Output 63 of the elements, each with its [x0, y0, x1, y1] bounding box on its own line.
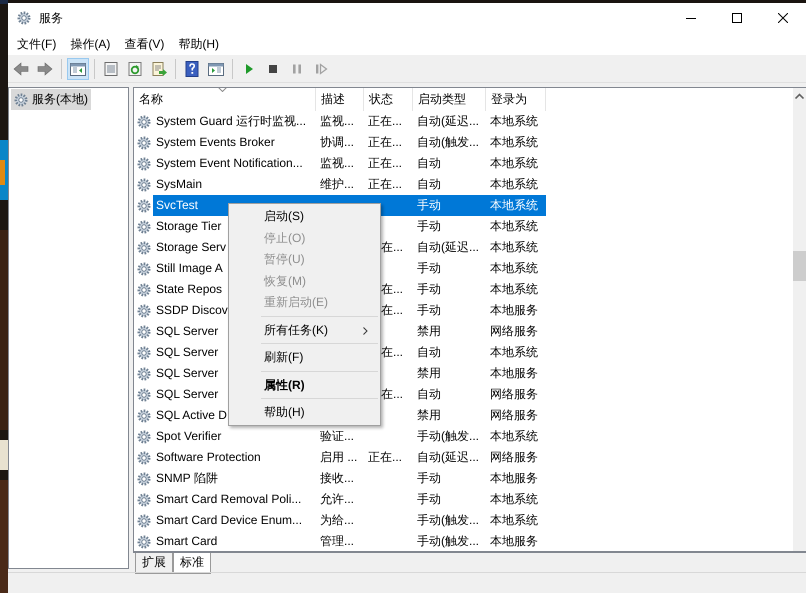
table-cell-text: 为给... [319, 512, 356, 529]
table-cell-text: 禁用 [416, 407, 442, 424]
table-cell-text: 正在... [367, 113, 404, 130]
table-cell-text: 在... [380, 344, 404, 361]
table-cell-text: 本地系统 [489, 239, 539, 256]
table-cell-text: 自动 [416, 176, 442, 193]
table-cell-text: 本地服务 [489, 365, 539, 382]
table-cell-text: 本地服务 [489, 470, 539, 487]
table-cell-text: 自动(延迟... [416, 113, 480, 130]
table-cell-text: 本地系统 [489, 218, 539, 235]
table-cell-text: 在... [380, 239, 404, 256]
table-cell-text: 自动 [416, 344, 442, 361]
table-cell-text: 本地系统 [489, 512, 539, 529]
table-cell-text: 手动(触发... [416, 428, 480, 445]
table-cell-text: 手动(触发... [416, 512, 480, 529]
table-cell-text: 手动 [416, 491, 442, 508]
table-cell-text: 本地系统 [489, 113, 539, 130]
table-cell-text: 监视... [319, 155, 356, 172]
table-cell-text: 手动(触发... [416, 533, 480, 550]
table-cell-text: 本地系统 [489, 491, 539, 508]
table-cell-text: 自动(延迟... [416, 449, 480, 466]
window-title: 服务 [39, 10, 63, 26]
table-cell-text: 接收... [319, 470, 356, 487]
table-cell-text: 正在... [367, 449, 404, 466]
table-cell-text: 正在... [367, 155, 404, 172]
table-cell-text: 自动 [416, 155, 442, 172]
table-cell-text: 自动(延迟... [416, 239, 480, 256]
table-cell-text: 本地系统 [489, 197, 539, 214]
table-cell-text: 在... [380, 302, 404, 319]
table-cell-text: 网络服务 [489, 449, 539, 466]
table-cell-text: 启用 ... [319, 449, 358, 466]
table-cell-text: 本地服务 [489, 533, 539, 550]
table-cell-text: 正在... [367, 134, 404, 151]
table-cell-text: 网络服务 [489, 407, 539, 424]
table-cell-text: 自动(触发... [416, 134, 480, 151]
table-cell-text: 手动 [416, 281, 442, 298]
table-cell-text: 手动 [416, 470, 442, 487]
table-cell-text: 手动 [416, 197, 442, 214]
table-cell-text: 本地系统 [489, 134, 539, 151]
table-cell-text: 本地系统 [489, 428, 539, 445]
table-cell-text: 网络服务 [489, 386, 539, 403]
table-cell-text: 允许... [319, 491, 356, 508]
table-cell-text: 监视... [319, 113, 356, 130]
table-cell-text: 本地系统 [489, 344, 539, 361]
table-cell-text: 正在... [367, 176, 404, 193]
table-cell-text: 本地系统 [489, 176, 539, 193]
table-cell-text: 验证... [319, 428, 356, 445]
table-cell-text: 本地系统 [489, 155, 539, 172]
table-cell-text: 手动 [416, 260, 442, 277]
table-cell-text: 手动 [416, 218, 442, 235]
table-cell-text: 本地系统 [489, 281, 539, 298]
table-cell-text: 禁用 [416, 365, 442, 382]
table-cell-text: 本地服务 [489, 302, 539, 319]
table-cell-text: 在... [380, 281, 404, 298]
table-cell-text: 禁用 [416, 323, 442, 340]
table-cell-text: 手动 [416, 302, 442, 319]
table-cell-text: 管理... [319, 533, 356, 550]
table-cell-text: 自动 [416, 386, 442, 403]
table-cell-text: 在... [380, 386, 404, 403]
table-cell-text: 协调... [319, 134, 356, 151]
table-cell-text: 网络服务 [489, 323, 539, 340]
table-cell-text: 本地系统 [489, 260, 539, 277]
table-cell-text: 维护... [319, 176, 356, 193]
